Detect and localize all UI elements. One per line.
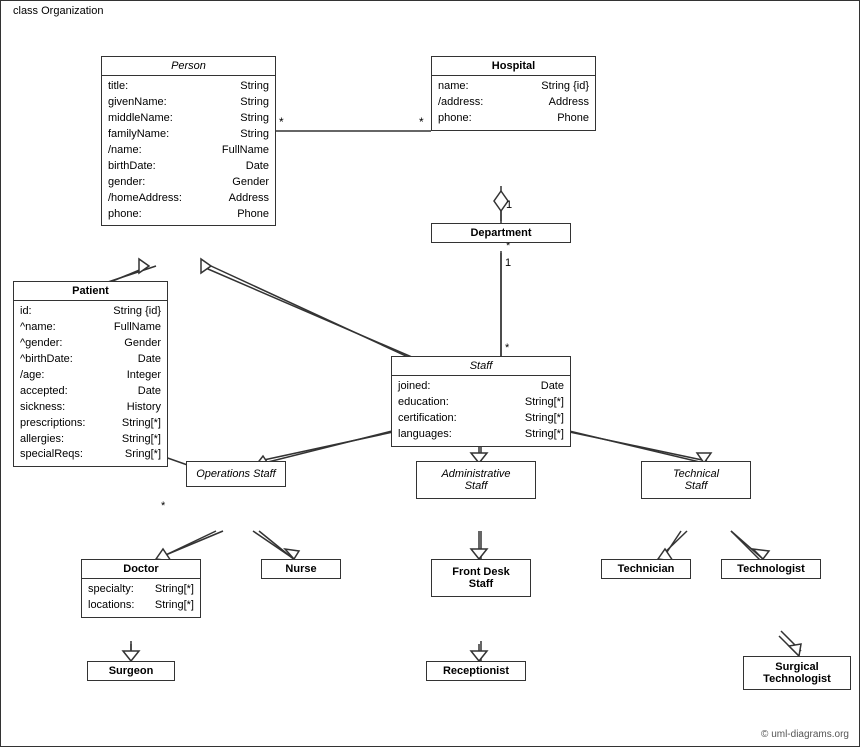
doctor-body: specialty:String[*] locations:String[*] xyxy=(82,579,200,617)
diagram-container: class Organization xyxy=(0,0,860,747)
diagram-title: class Organization xyxy=(9,5,108,17)
technician-class: Technician xyxy=(601,559,691,579)
administrative-staff-class: AdministrativeStaff xyxy=(416,461,536,499)
nurse-header: Nurse xyxy=(262,560,340,578)
technician-header: Technician xyxy=(602,560,690,578)
svg-text:*: * xyxy=(279,115,284,129)
technologist-header: Technologist xyxy=(722,560,820,578)
person-class: Person title:String givenName:String mid… xyxy=(101,56,276,226)
patient-class: Patient id:String {id} ^name:FullName ^g… xyxy=(13,281,168,467)
operations-staff-class: Operations Staff xyxy=(186,461,286,487)
technical-staff-header: TechnicalStaff xyxy=(642,462,750,498)
hospital-class: Hospital name:String {id} /address:Addre… xyxy=(431,56,596,131)
patient-header: Patient xyxy=(14,282,167,301)
surgeon-header: Surgeon xyxy=(88,662,174,680)
person-header: Person xyxy=(102,57,275,76)
staff-class: Staff joined:Date education:String[*] ce… xyxy=(391,356,571,447)
technologist-class: Technologist xyxy=(721,559,821,579)
operations-staff-header: Operations Staff xyxy=(187,462,285,486)
front-desk-staff-class: Front DeskStaff xyxy=(431,559,531,597)
staff-body: joined:Date education:String[*] certific… xyxy=(392,376,570,446)
svg-text:*: * xyxy=(419,115,424,129)
department-header: Department xyxy=(432,224,570,242)
doctor-header: Doctor xyxy=(82,560,200,579)
surgical-technologist-class: SurgicalTechnologist xyxy=(743,656,851,690)
administrative-staff-header: AdministrativeStaff xyxy=(417,462,535,498)
staff-header: Staff xyxy=(392,357,570,376)
copyright: © uml-diagrams.org xyxy=(761,729,849,740)
patient-body: id:String {id} ^name:FullName ^gender:Ge… xyxy=(14,301,167,466)
front-desk-staff-header: Front DeskStaff xyxy=(432,560,530,596)
receptionist-header: Receptionist xyxy=(427,662,525,680)
person-body: title:String givenName:String middleName… xyxy=(102,76,275,225)
doctor-class: Doctor specialty:String[*] locations:Str… xyxy=(81,559,201,618)
receptionist-class: Receptionist xyxy=(426,661,526,681)
department-class: Department xyxy=(431,223,571,243)
surgical-technologist-header: SurgicalTechnologist xyxy=(744,657,850,689)
surgeon-class: Surgeon xyxy=(87,661,175,681)
nurse-class: Nurse xyxy=(261,559,341,579)
svg-text:1: 1 xyxy=(506,199,512,211)
svg-text:1: 1 xyxy=(505,257,511,269)
hospital-header: Hospital xyxy=(432,57,595,76)
svg-text:*: * xyxy=(505,342,510,354)
hospital-body: name:String {id} /address:Address phone:… xyxy=(432,76,595,130)
technical-staff-class: TechnicalStaff xyxy=(641,461,751,499)
svg-text:*: * xyxy=(161,500,166,512)
